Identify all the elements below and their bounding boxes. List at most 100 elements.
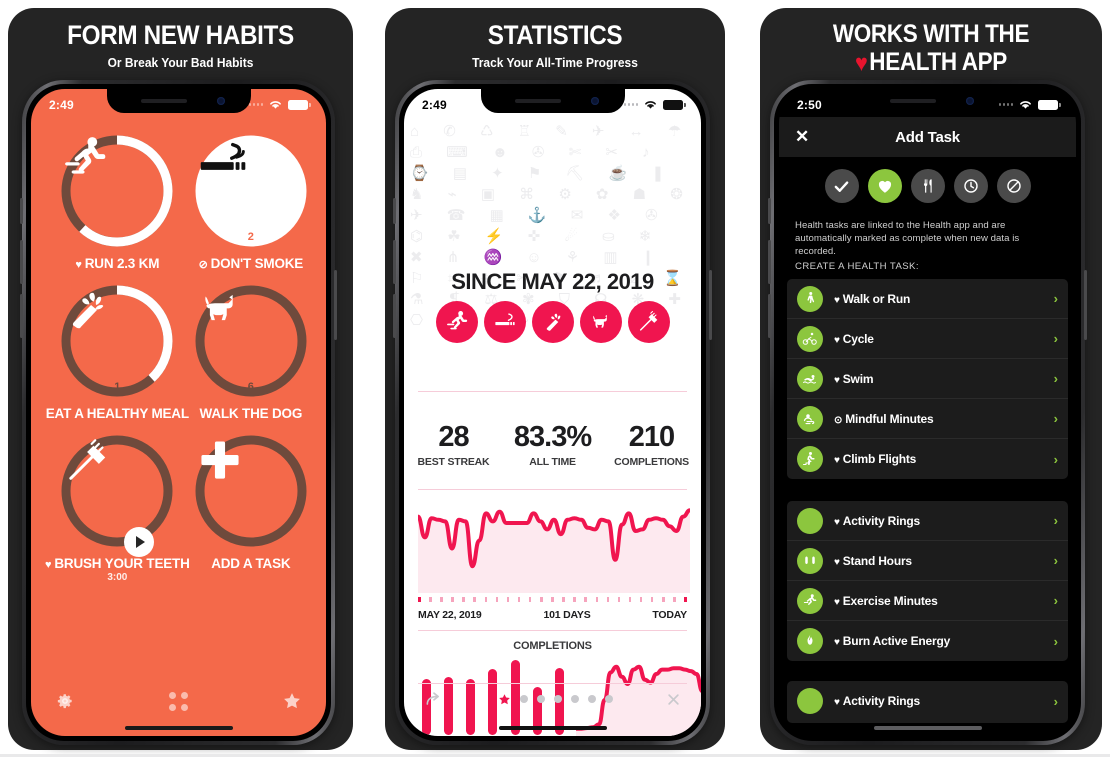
volume-down-button[interactable] <box>20 294 23 338</box>
habit-card-walk-dog[interactable]: 6 WALK THE DOG <box>190 283 312 421</box>
panel-1-header: FORM NEW HABITS Or Break Your Bad Habits <box>8 21 353 69</box>
tick <box>528 597 532 602</box>
chevron-right-icon: › <box>1053 693 1058 709</box>
health-task-label: ♥ Stand Hours <box>834 554 1054 568</box>
home-indicator[interactable] <box>498 726 607 730</box>
task-icon-row <box>404 301 701 343</box>
wifi-icon <box>270 101 281 109</box>
axis-end: TODAY <box>652 609 687 621</box>
label-text: Climb Flights <box>842 452 917 466</box>
add-task-ring <box>193 433 309 549</box>
tab-meal[interactable] <box>910 169 945 203</box>
tick <box>673 597 676 602</box>
gear-icon[interactable] <box>55 691 75 711</box>
habit-card-brush-teeth[interactable]: ♥ BRUSH YOUR TEETH 3:00 <box>45 433 190 583</box>
tab-bar-1 <box>31 684 326 718</box>
health-task-row[interactable]: ♥ Swim › <box>787 359 1068 399</box>
habit-card-run[interactable]: ♥ RUN 2.3 KM <box>45 133 190 271</box>
cigarette-icon[interactable] <box>483 301 526 343</box>
health-task-label: ♥ Exercise Minutes <box>834 594 1054 608</box>
heart-icon: ♥ <box>834 455 840 466</box>
chevron-right-icon: › <box>1053 593 1058 608</box>
tick <box>617 597 621 602</box>
page-dot[interactable] <box>604 695 613 703</box>
label-text: Burn Active Energy <box>842 634 951 648</box>
habit-card-add-task[interactable]: ADD A TASK <box>190 433 312 583</box>
heart-icon: ♥ <box>834 334 840 346</box>
carrot-icon[interactable] <box>531 301 574 343</box>
volume-down-button[interactable] <box>393 294 396 338</box>
tick <box>462 597 465 602</box>
play-button[interactable] <box>123 527 154 557</box>
habit-count: 1 <box>114 381 121 393</box>
mute-switch[interactable] <box>768 198 771 224</box>
battery-icon <box>1038 99 1061 110</box>
heart-icon: ♥ <box>834 697 840 708</box>
mute-switch[interactable] <box>20 198 23 224</box>
cellular-icon <box>248 103 263 106</box>
mute-switch[interactable] <box>393 198 396 224</box>
stat-all-time: 83.3% ALL TIME <box>503 421 602 468</box>
panel-2-header: STATISTICS Track Your All-Time Progress <box>385 21 725 69</box>
health-task-row[interactable]: ♥ Burn Active Energy › <box>787 621 1068 661</box>
stat-value: 83.3% <box>513 421 592 453</box>
home-indicator[interactable] <box>873 726 982 730</box>
label-text: Mindful Minutes <box>845 411 934 426</box>
habit-grid: ♥ RUN 2.3 KM 2 ⊘ DON'T SMOKE 1 EAT A HEA… <box>31 133 326 583</box>
page-dot[interactable] <box>570 695 579 703</box>
tick <box>484 597 488 602</box>
page-dot[interactable] <box>553 695 562 703</box>
status-time: 2:49 <box>49 97 74 112</box>
dog-icon[interactable] <box>579 301 622 343</box>
tick <box>473 597 476 602</box>
chevron-right-icon: › <box>1053 553 1058 568</box>
habit-label: EAT A HEALTHY MEAL <box>45 406 189 421</box>
tab-check[interactable] <box>824 169 859 203</box>
label-text: Walk or Run <box>842 291 911 306</box>
health-task-row[interactable]: ♥ Stand Hours › <box>787 541 1068 581</box>
tab-avoid[interactable] <box>996 169 1031 203</box>
volume-up-button[interactable] <box>393 240 396 284</box>
heart-icon: ♥ <box>834 516 840 528</box>
health-task-row[interactable]: ♥ Climb Flights › <box>787 439 1068 479</box>
notch-1 <box>106 89 251 113</box>
divider <box>418 489 687 490</box>
power-button[interactable] <box>1084 270 1087 340</box>
running-icon[interactable] <box>435 301 478 343</box>
health-task-row[interactable]: ♥ Activity Rings › <box>787 681 1068 721</box>
power-button[interactable] <box>709 270 712 340</box>
tab-health[interactable] <box>867 169 902 203</box>
health-task-row[interactable]: ♥ Cycle › <box>787 319 1068 359</box>
volume-up-button[interactable] <box>20 240 23 284</box>
page-dot[interactable] <box>587 695 596 703</box>
star-icon[interactable] <box>282 691 302 711</box>
volume-up-button[interactable] <box>768 240 771 284</box>
volume-down-button[interactable] <box>768 294 771 338</box>
page-dot[interactable] <box>536 695 545 703</box>
share-icon[interactable] <box>424 689 444 709</box>
habit-card-healthy-meal[interactable]: 1 EAT A HEALTHY MEAL <box>45 283 190 421</box>
health-task-row[interactable]: ♥ Walk or Run › <box>787 279 1068 319</box>
close-icon[interactable] <box>666 692 681 707</box>
health-task-row[interactable]: ♥ Exercise Minutes › <box>787 581 1068 621</box>
star-icon[interactable] <box>498 693 511 706</box>
tick <box>628 597 632 602</box>
page-indicator[interactable] <box>498 693 613 706</box>
chevron-right-icon: › <box>1053 291 1058 306</box>
stat-best-streak: 28 BEST STREAK <box>404 421 503 468</box>
chevron-right-icon: › <box>1053 451 1058 467</box>
section-label: CREATE A HEALTH TASK: <box>795 261 919 272</box>
toothbrush-icon[interactable] <box>627 301 670 343</box>
close-icon[interactable]: ✕ <box>795 127 815 147</box>
plus-icon <box>193 433 309 549</box>
habit-label: ♥ BRUSH YOUR TEETH <box>45 556 190 571</box>
health-task-row[interactable]: ♥ Activity Rings › <box>787 501 1068 541</box>
health-task-row[interactable]: ⊙ Mindful Minutes › <box>787 399 1068 439</box>
power-button[interactable] <box>334 270 337 340</box>
grid-icon[interactable] <box>169 691 188 711</box>
page-dot[interactable] <box>519 695 528 703</box>
cellular-icon <box>623 103 638 106</box>
habit-card-dont-smoke[interactable]: 2 ⊘ DON'T SMOKE <box>190 133 312 271</box>
tab-timer[interactable] <box>953 169 988 203</box>
home-indicator[interactable] <box>124 726 233 730</box>
